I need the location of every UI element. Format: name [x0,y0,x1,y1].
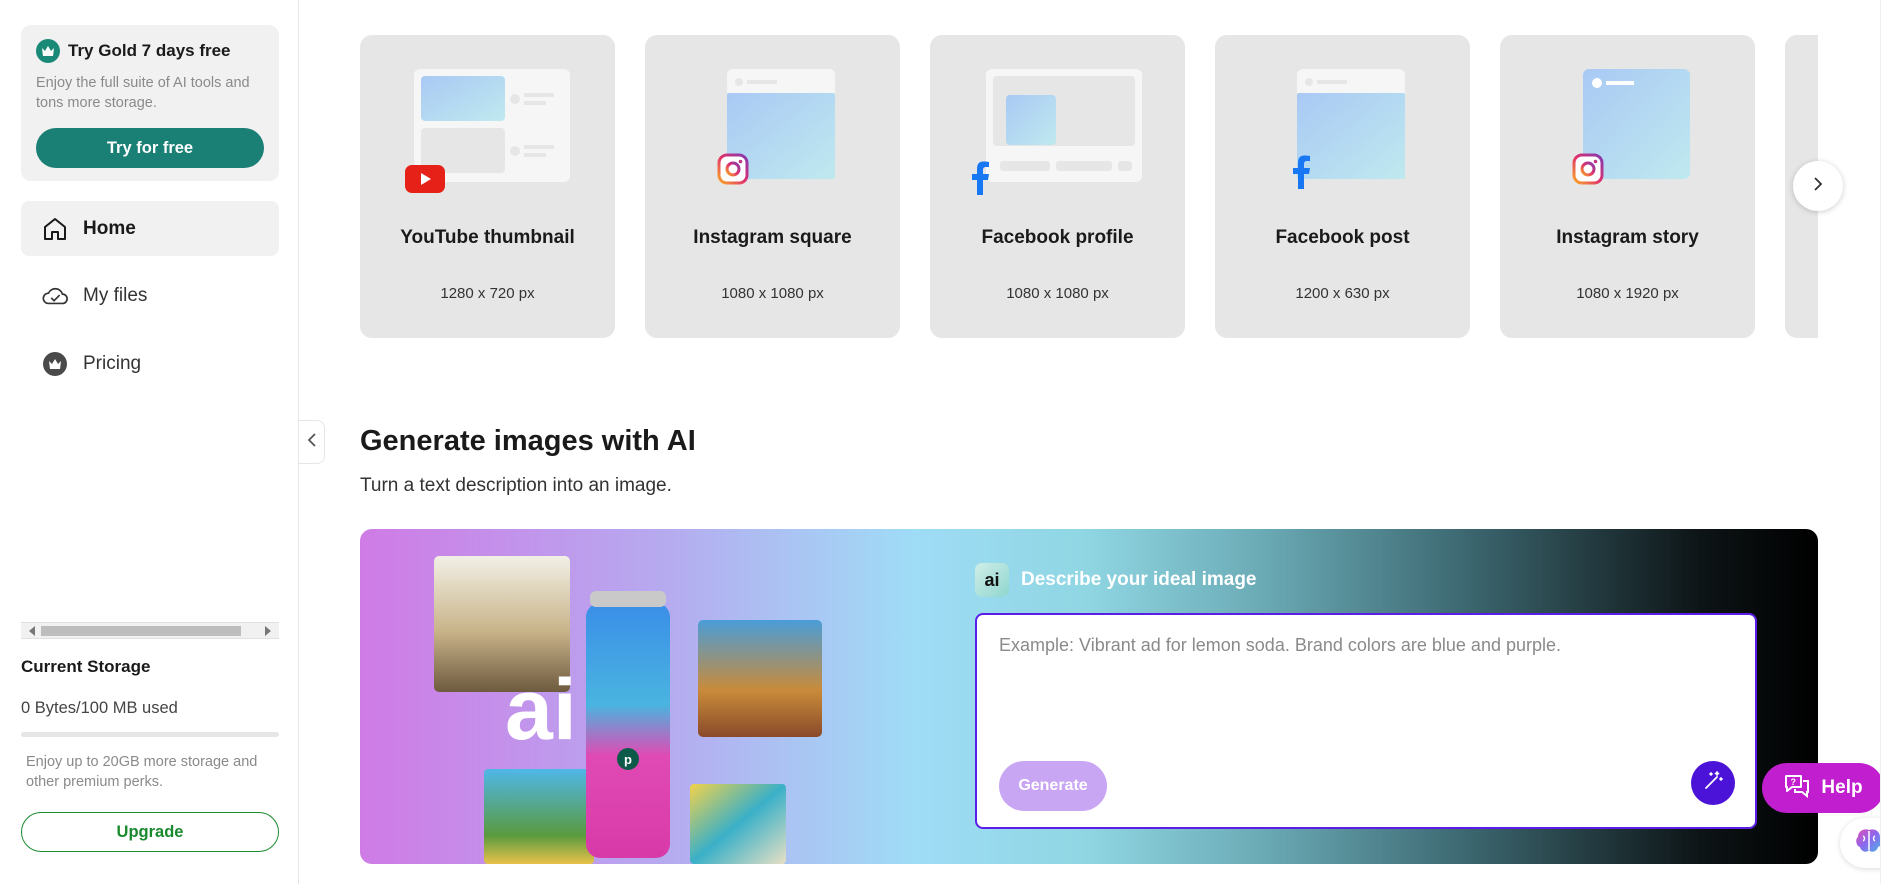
help-chat-icon: ? [1783,772,1811,804]
template-title: Facebook post [1275,227,1410,248]
svg-text:ai: ai [505,662,577,758]
crown-icon [36,39,60,63]
instagram-icon [717,153,749,190]
template-size: 1080 x 1080 px [1006,285,1109,302]
ai-sample-collage: ai p [360,529,920,864]
nav-item-my-files[interactable]: My files [21,268,279,323]
facebook-icon [970,161,990,200]
storage-note: Enjoy up to 20GB more storage and other … [26,754,258,790]
promo-title: Try Gold 7 days free [68,41,231,60]
ai-chip-icon: ai [975,563,1009,597]
svg-text:p: p [624,752,632,767]
template-title: Instagram story [1556,227,1699,248]
crown-icon [41,350,69,378]
template-card-instagram-square[interactable]: Instagram square 1080 x 1080 px [645,35,900,338]
promo-title-row: Try Gold 7 days free [36,39,264,63]
instagram-icon [1572,153,1604,190]
help-label: Help [1821,777,1863,798]
ai-prompt-label: ai Describe your ideal image [975,563,1257,597]
ai-prompt-label-text: Describe your ideal image [1021,569,1257,590]
gold-promo-card: Try Gold 7 days free Enjoy the full suit… [21,25,279,181]
chevron-right-icon [1813,176,1823,197]
nav-label-pricing: Pricing [83,352,142,374]
promo-text: Enjoy the full suite of AI tools and ton… [36,75,250,111]
template-preview [360,35,615,205]
sidebar: Try Gold 7 days free Enjoy the full suit… [0,0,299,884]
template-card-instagram-story[interactable]: Instagram story 1080 x 1920 px [1500,35,1755,338]
template-title: Facebook profile [981,227,1134,248]
magic-wand-button[interactable] [1691,761,1735,805]
sidebar-horizontal-scrollbar[interactable] [21,622,279,639]
magic-wand-icon [1702,770,1724,797]
ai-section-title: Generate images with AI [360,425,696,457]
template-preview [1500,35,1755,205]
nav-label-my-files: My files [83,284,148,306]
cloud-check-icon [41,282,69,310]
scroll-right-arrow-icon[interactable] [265,626,271,636]
scroll-left-arrow-icon[interactable] [29,626,35,636]
nav-item-home[interactable]: Home [21,201,279,256]
template-title: Instagram square [693,227,852,248]
help-button[interactable]: ? Help [1762,763,1884,813]
template-preview [930,35,1185,205]
template-size: 1080 x 1920 px [1576,285,1679,302]
ai-generator-banner: ai p ai Describe your ideal image Genera… [360,529,1818,864]
chevron-left-icon [307,432,317,453]
upgrade-button[interactable]: Upgrade [21,812,279,852]
template-card-youtube-thumbnail[interactable]: YouTube thumbnail 1280 x 720 px [360,35,615,338]
template-preview [1215,35,1470,205]
ai-prompt-input[interactable] [999,635,1729,715]
collapse-sidebar-button[interactable] [299,420,325,464]
generate-button[interactable]: Generate [999,761,1107,811]
nav-label-home: Home [83,217,136,239]
template-carousel: YouTube thumbnail 1280 x 720 px Instagra… [360,35,1818,338]
facebook-icon [1291,155,1311,194]
template-size: 1200 x 630 px [1295,285,1390,302]
youtube-icon [405,165,445,198]
storage-progress-bar [21,732,279,737]
template-size: 1080 x 1080 px [721,285,824,302]
ai-section-subtitle: Turn a text description into an image. [360,475,672,496]
carousel-next-button[interactable] [1793,161,1843,211]
storage-used-text: 0 Bytes/100 MB used [21,699,178,717]
home-icon [41,215,69,243]
page-vertical-scrollbar[interactable] [1880,0,1898,884]
template-title: YouTube thumbnail [400,227,575,248]
scrollbar-thumb[interactable] [41,626,241,636]
storage-title: Current Storage [21,657,151,676]
template-card-facebook-post[interactable]: Facebook post 1200 x 630 px [1215,35,1470,338]
nav-item-pricing[interactable]: Pricing [21,336,279,391]
template-card-facebook-profile[interactable]: Facebook profile 1080 x 1080 px [930,35,1185,338]
template-preview [645,35,900,205]
svg-text:?: ? [1791,777,1797,787]
app-root: Try Gold 7 days free Enjoy the full suit… [0,0,1898,884]
ai-prompt-box: Generate [975,613,1757,829]
try-for-free-button[interactable]: Try for free [36,128,264,168]
template-size: 1280 x 720 px [440,285,535,302]
